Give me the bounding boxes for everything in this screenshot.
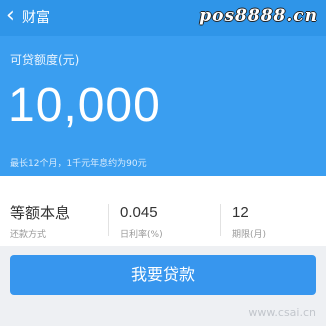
limit-amount: 10,000	[8, 79, 161, 132]
back-chevron-icon[interactable]: ‹	[6, 4, 15, 28]
apply-loan-button[interactable]: 我要贷款	[10, 255, 316, 295]
interest-note: 最长12个月，1千元年息约为90元	[10, 159, 147, 169]
loan-term-value: 12	[232, 204, 249, 221]
daily-rate-value: 0.045	[120, 204, 158, 221]
divider	[220, 204, 221, 236]
back-title[interactable]: 财富	[22, 9, 50, 27]
site-watermark: www.csai.cn	[248, 306, 316, 319]
watermark-logo: pos8888.cn	[199, 6, 318, 26]
repayment-method-label: 还款方式	[10, 230, 47, 240]
loan-limit-panel: 可贷额度(元) 10,000 最长12个月，1千元年息约为90元	[0, 36, 326, 176]
divider	[108, 204, 109, 236]
daily-rate-label: 日利率(%)	[120, 230, 163, 240]
loan-terms: 等额本息 还款方式 0.045 日利率(%) 12 期限(月)	[0, 176, 326, 246]
repayment-method-value: 等额本息	[10, 204, 71, 222]
loan-term-label: 期限(月)	[232, 230, 267, 240]
limit-label: 可贷额度(元)	[10, 53, 80, 67]
navigation-bar: ‹ 财富 pos8888.cn	[0, 0, 326, 36]
